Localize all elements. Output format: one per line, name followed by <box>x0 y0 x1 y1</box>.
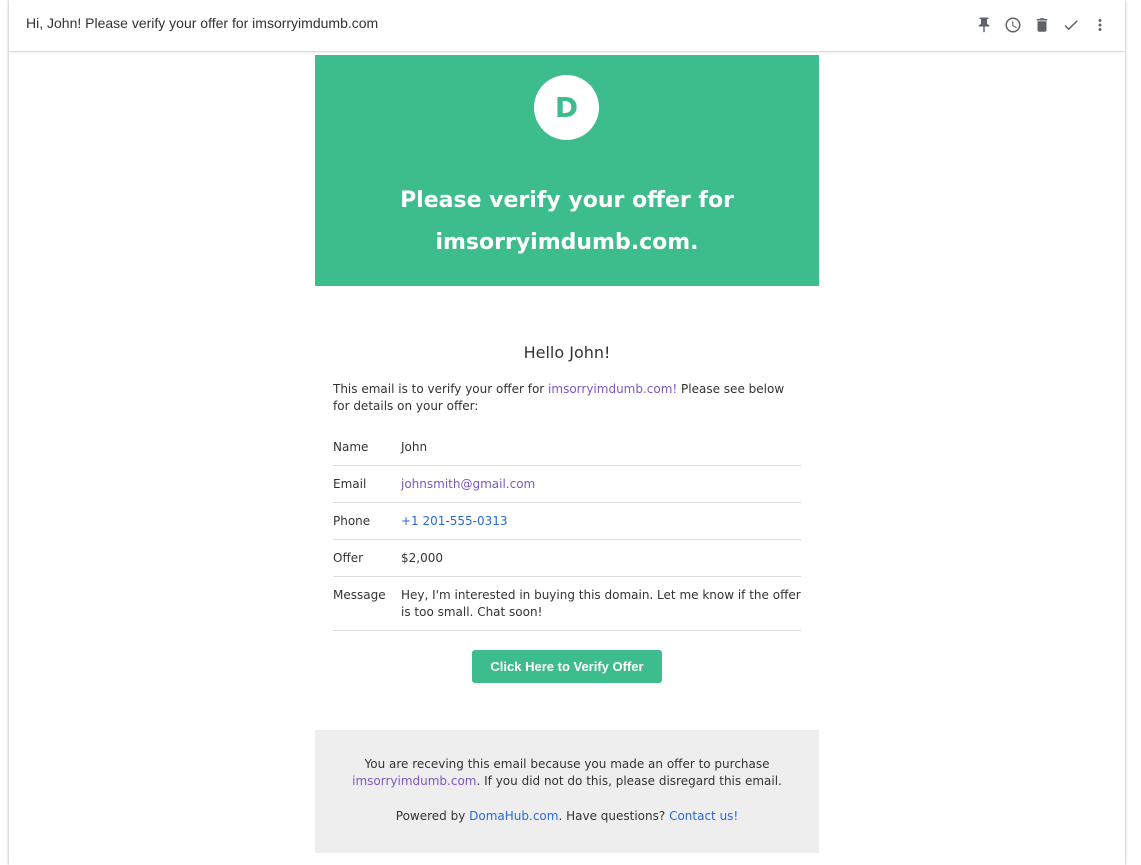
hero-banner: D Please verify your offer for imsorryim… <box>315 55 819 286</box>
message-label: Message <box>333 576 401 631</box>
domahub-logo: D <box>534 75 599 140</box>
contact-us-link[interactable]: Contact us! <box>669 809 738 823</box>
cta-wrap: Click Here to Verify Offer <box>333 650 801 683</box>
checkmark-icon <box>1064 19 1078 30</box>
table-row: Email johnsmith@gmail.com <box>333 465 801 503</box>
domahub-link[interactable]: DomaHub.com <box>469 809 558 823</box>
name-label: Name <box>333 433 401 466</box>
email-content: Hello John! This email is to verify your… <box>315 343 819 683</box>
snooze-button[interactable] <box>1002 14 1023 35</box>
footer-notice-prefix: You are receving this email because you … <box>364 757 770 771</box>
intro-text: This email is to verify your offer for i… <box>333 381 801 415</box>
email-footer: You are receving this email because you … <box>315 730 819 853</box>
footer-notice: You are receving this email because you … <box>315 756 819 790</box>
email-actions <box>973 14 1110 35</box>
phone-cell: +1 201-555-0313 <box>401 502 801 540</box>
offer-label: Offer <box>333 539 401 577</box>
email-cell: johnsmith@gmail.com <box>401 465 801 503</box>
snooze-clock-icon <box>1005 17 1020 32</box>
pin-icon <box>978 17 989 32</box>
email-link[interactable]: johnsmith@gmail.com <box>401 477 535 491</box>
table-row: Phone +1 201-555-0313 <box>333 502 801 540</box>
phone-link[interactable]: +1 201-555-0313 <box>401 514 508 528</box>
footer-powered: Powered by DomaHub.com. Have questions? … <box>315 808 819 825</box>
offer-details-table: Name John Email johnsmith@gmail.com Phon… <box>333 433 801 631</box>
mark-done-button[interactable] <box>1060 14 1081 35</box>
intro-prefix: This email is to verify your offer for <box>333 382 549 396</box>
footer-notice-suffix: . If you did not do this, please disrega… <box>476 774 782 788</box>
table-row: Name John <box>333 433 801 466</box>
greeting: Hello John! <box>523 343 611 362</box>
powered-middle: . Have questions? <box>558 809 670 823</box>
powered-prefix: Powered by <box>395 809 470 823</box>
table-row: Message Hey, I'm interested in buying th… <box>333 576 801 631</box>
pin-button[interactable] <box>973 14 994 35</box>
message-value: Hey, I'm interested in buying this domai… <box>401 576 801 631</box>
phone-label: Phone <box>333 502 401 540</box>
more-options-button[interactable] <box>1089 14 1110 35</box>
email-subject: Hi, John! Please verify your offer for i… <box>26 15 379 31</box>
hero-title: Please verify your offer for imsorryimdu… <box>315 180 819 264</box>
offer-value: $2,000 <box>401 539 801 577</box>
verify-offer-button[interactable]: Click Here to Verify Offer <box>472 650 662 683</box>
name-value: John <box>401 433 801 466</box>
hero-title-line1: Please verify your offer for <box>400 188 734 213</box>
table-row: Offer $2,000 <box>333 539 801 577</box>
email-body: D Please verify your offer for imsorryim… <box>315 55 819 853</box>
email-header-bar: Hi, John! Please verify your offer for i… <box>9 0 1125 52</box>
email-label: Email <box>333 465 401 503</box>
footer-domain-link[interactable]: imsorryimdumb.com <box>352 774 476 788</box>
hero-title-line2: imsorryimdumb.com. <box>435 230 699 255</box>
email-view: Hi, John! Please verify your offer for i… <box>9 0 1125 865</box>
more-vert-icon <box>1098 18 1101 31</box>
intro-domain-link[interactable]: imsorryimdumb.com! <box>548 382 677 396</box>
delete-button[interactable] <box>1031 14 1052 35</box>
trash-icon <box>1036 17 1047 32</box>
